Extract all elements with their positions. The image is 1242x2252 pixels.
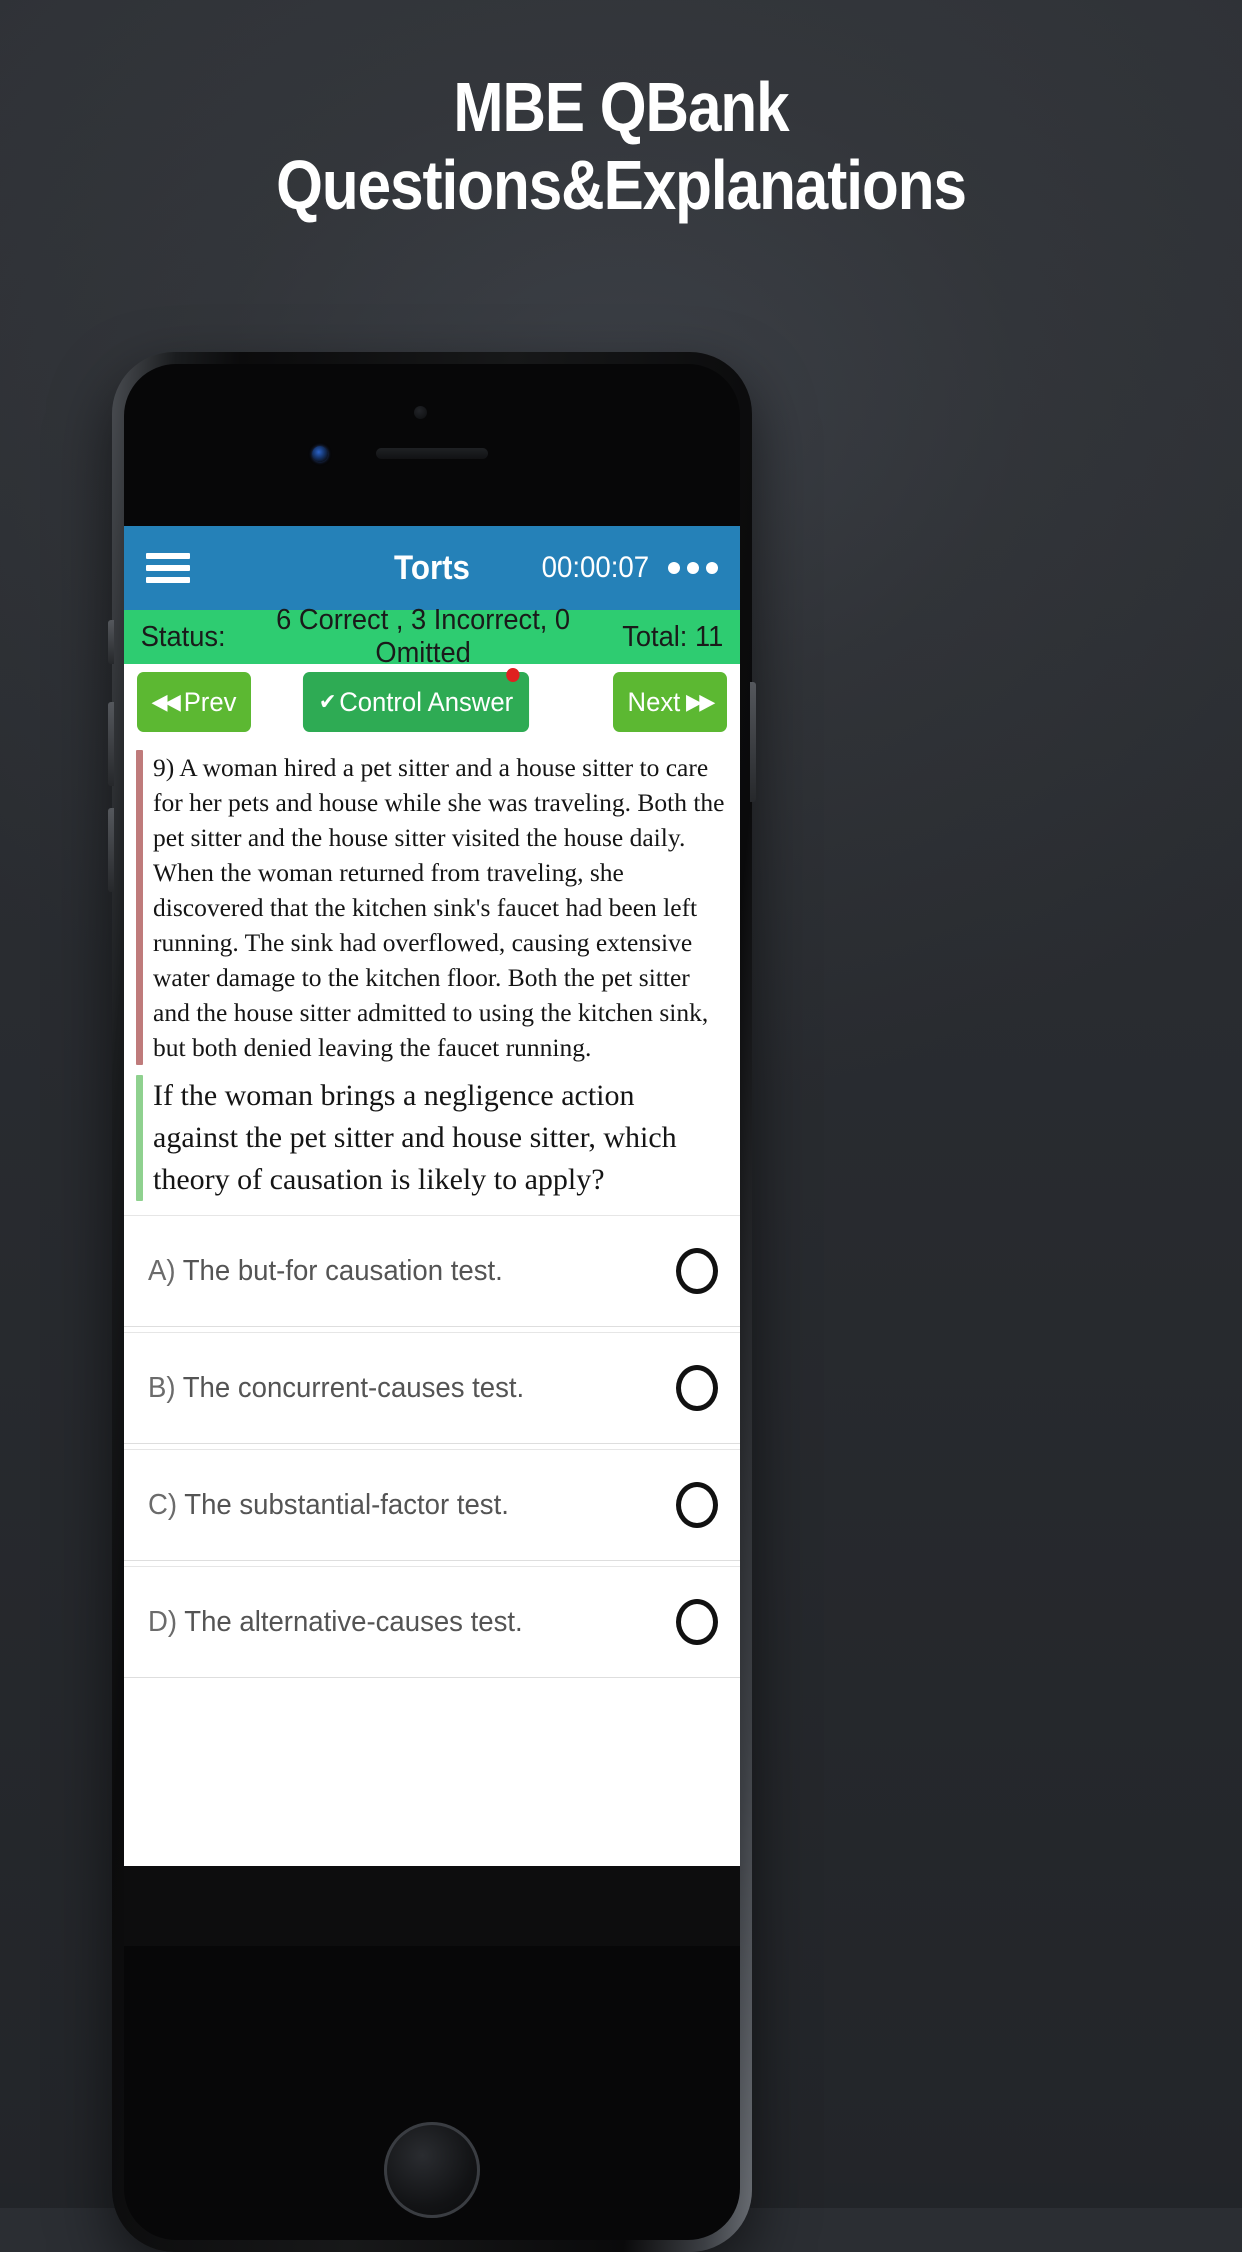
answer-option-b-text: B) The concurrent-causes test. (148, 1372, 650, 1405)
screen-bottom-bezel (124, 1866, 740, 1946)
answer-option-b-radio[interactable] (676, 1365, 718, 1411)
phone-volume-up-button (108, 702, 114, 786)
front-camera-icon (312, 446, 328, 462)
double-chevron-left-icon: ◀◀ (151, 689, 181, 714)
double-chevron-right-icon: ▶▶ (685, 689, 715, 714)
answer-option-c[interactable]: C) The substantial-factor test. (124, 1449, 740, 1561)
phone-screen-bezel: Torts 00:00:07 Status: 6 Correct , 3 Inc… (124, 364, 740, 2240)
answer-option-a-letter: A) (148, 1254, 176, 1287)
earpiece-speaker (376, 448, 488, 459)
answer-option-a[interactable]: A) The but-for causation test. (124, 1215, 740, 1327)
question-call-text: If the woman brings a negligence action … (153, 1079, 677, 1196)
proximity-sensor-icon (414, 406, 427, 419)
answer-option-a-text: A) The but-for causation test. (148, 1255, 650, 1288)
answer-option-c-label: The substantial-factor test. (184, 1488, 509, 1521)
answer-option-a-label: The but-for causation test. (182, 1254, 503, 1287)
phone-mute-switch (108, 620, 114, 664)
quiz-timer: 00:00:07 (541, 551, 650, 584)
status-total: Total: 11 (621, 620, 723, 653)
answer-option-d-text: D) The alternative-causes test. (148, 1606, 650, 1639)
empty-scroll-area (124, 1678, 740, 1866)
next-button-label: Next (627, 686, 681, 717)
prev-button-label: Prev (183, 686, 237, 717)
answer-option-c-letter: C) (148, 1488, 178, 1521)
status-badge (505, 668, 520, 682)
home-button (384, 2122, 480, 2218)
answer-option-d-letter: D) (148, 1605, 178, 1638)
control-answer-label: Control Answer (338, 686, 513, 717)
question-call-accent-bar (136, 1075, 143, 1201)
headline-line-1: MBE QBank (453, 68, 789, 146)
question-navigation-bar: ◀◀ Prev ✔ Control Answer Next ▶▶ (124, 664, 740, 740)
next-question-button[interactable]: Next ▶▶ (612, 672, 727, 732)
question-body: 9) A woman hired a pet sitter and a hous… (124, 740, 740, 1207)
app-screen: Torts 00:00:07 Status: 6 Correct , 3 Inc… (124, 526, 740, 1866)
answer-option-d-label: The alternative-causes test. (184, 1605, 523, 1638)
answer-option-d-radio[interactable] (676, 1599, 718, 1645)
app-header-right-group: 00:00:07 (537, 551, 718, 585)
phone-device-mockup: Torts 00:00:07 Status: 6 Correct , 3 Inc… (108, 352, 756, 2252)
question-call-block: If the woman brings a negligence action … (124, 1071, 740, 1207)
answer-option-c-radio[interactable] (676, 1482, 718, 1528)
phone-volume-down-button (108, 808, 114, 892)
answer-option-b-letter: B) (148, 1371, 176, 1404)
answer-options-list: A) The but-for causation test. B) The co… (124, 1215, 740, 1866)
hamburger-menu-icon[interactable] (146, 553, 190, 583)
headline-line-2: Questions&Explanations (276, 146, 967, 224)
more-options-icon[interactable] (668, 562, 718, 574)
status-summary: 6 Correct , 3 Incorrect, 0 Omitted (276, 604, 571, 669)
control-answer-button[interactable]: ✔ Control Answer (302, 668, 529, 732)
question-stem-accent-bar (136, 750, 143, 1065)
answer-option-d[interactable]: D) The alternative-causes test. (124, 1566, 740, 1678)
answer-option-b-label: The concurrent-causes test. (182, 1371, 525, 1404)
question-stem-text: 9) A woman hired a pet sitter and a hous… (153, 753, 725, 1062)
check-mark-icon: ✔ (318, 689, 337, 714)
promo-headline: MBE QBank Questions&Explanations (0, 68, 1242, 224)
status-label: Status: (140, 620, 226, 653)
prev-question-button[interactable]: ◀◀ Prev (137, 672, 251, 732)
answer-option-a-radio[interactable] (676, 1248, 718, 1294)
phone-power-button (750, 682, 756, 802)
app-header-bar: Torts 00:00:07 (124, 526, 740, 610)
question-stem-block: 9) A woman hired a pet sitter and a hous… (124, 746, 740, 1071)
status-bar: Status: 6 Correct , 3 Incorrect, 0 Omitt… (124, 604, 740, 669)
answer-option-c-text: C) The substantial-factor test. (148, 1489, 650, 1522)
answer-option-b[interactable]: B) The concurrent-causes test. (124, 1332, 740, 1444)
